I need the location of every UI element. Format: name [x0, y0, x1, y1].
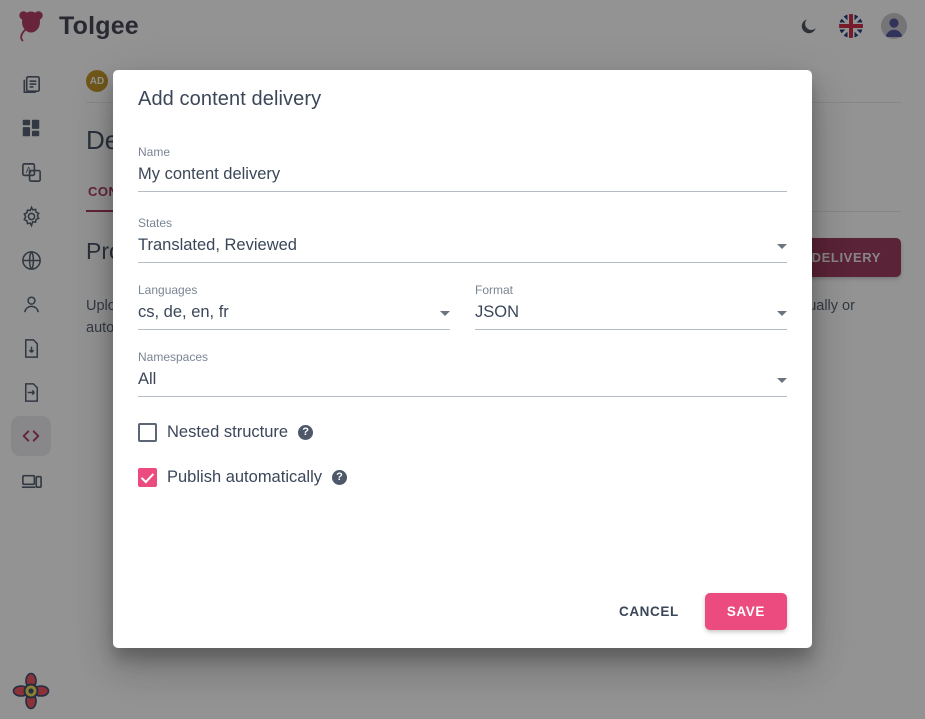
nested-structure-row: Nested structure ? — [138, 423, 787, 442]
name-field: Name My content delivery — [138, 145, 787, 192]
languages-field: Languages cs, de, en, fr — [138, 283, 450, 330]
namespaces-select-line[interactable]: All — [138, 369, 787, 397]
nested-structure-label: Nested structure — [167, 423, 289, 441]
add-content-delivery-dialog: Add content delivery Name My content del… — [113, 70, 812, 648]
namespaces-select-value[interactable]: All — [138, 369, 777, 389]
publish-automatically-checkbox[interactable] — [138, 468, 157, 487]
save-button[interactable]: SAVE — [704, 593, 787, 630]
namespaces-field: Namespaces All — [138, 350, 787, 397]
languages-label: Languages — [138, 283, 198, 297]
languages-select-line[interactable]: cs, de, en, fr — [138, 302, 450, 330]
chevron-down-icon[interactable] — [777, 311, 787, 316]
states-label: States — [138, 216, 173, 230]
languages-format-row: Languages cs, de, en, fr Format JSON — [138, 263, 787, 330]
name-label: Name — [138, 145, 171, 159]
dialog-body: Name My content delivery States Translat… — [138, 111, 787, 487]
app-root: Tolgee — [0, 0, 925, 719]
namespaces-label: Namespaces — [138, 350, 209, 364]
format-select-line[interactable]: JSON — [475, 302, 787, 330]
format-label: Format — [475, 283, 514, 297]
format-select-value[interactable]: JSON — [475, 302, 777, 322]
nested-structure-checkbox[interactable] — [138, 423, 157, 442]
states-select-line[interactable]: Translated, Reviewed — [138, 235, 787, 263]
help-question-icon[interactable]: ? — [298, 425, 314, 440]
cancel-button[interactable]: CANCEL — [609, 595, 689, 628]
chevron-down-icon[interactable] — [777, 378, 787, 383]
states-select-value[interactable]: Translated, Reviewed — [138, 235, 777, 255]
dialog-title: Add content delivery — [138, 88, 322, 110]
chevron-down-icon[interactable] — [440, 311, 450, 316]
publish-automatically-row: Publish automatically ? — [138, 468, 787, 487]
publish-automatically-label: Publish automatically — [167, 468, 322, 486]
chevron-down-icon[interactable] — [777, 244, 787, 249]
format-field: Format JSON — [475, 283, 787, 330]
states-field: States Translated, Reviewed — [138, 216, 787, 263]
help-question-icon[interactable]: ? — [332, 470, 347, 485]
name-input-line[interactable]: My content delivery — [138, 164, 787, 192]
languages-select-value[interactable]: cs, de, en, fr — [138, 302, 440, 322]
name-input[interactable]: My content delivery — [138, 164, 787, 184]
dialog-actions: CANCEL SAVE — [609, 593, 787, 630]
